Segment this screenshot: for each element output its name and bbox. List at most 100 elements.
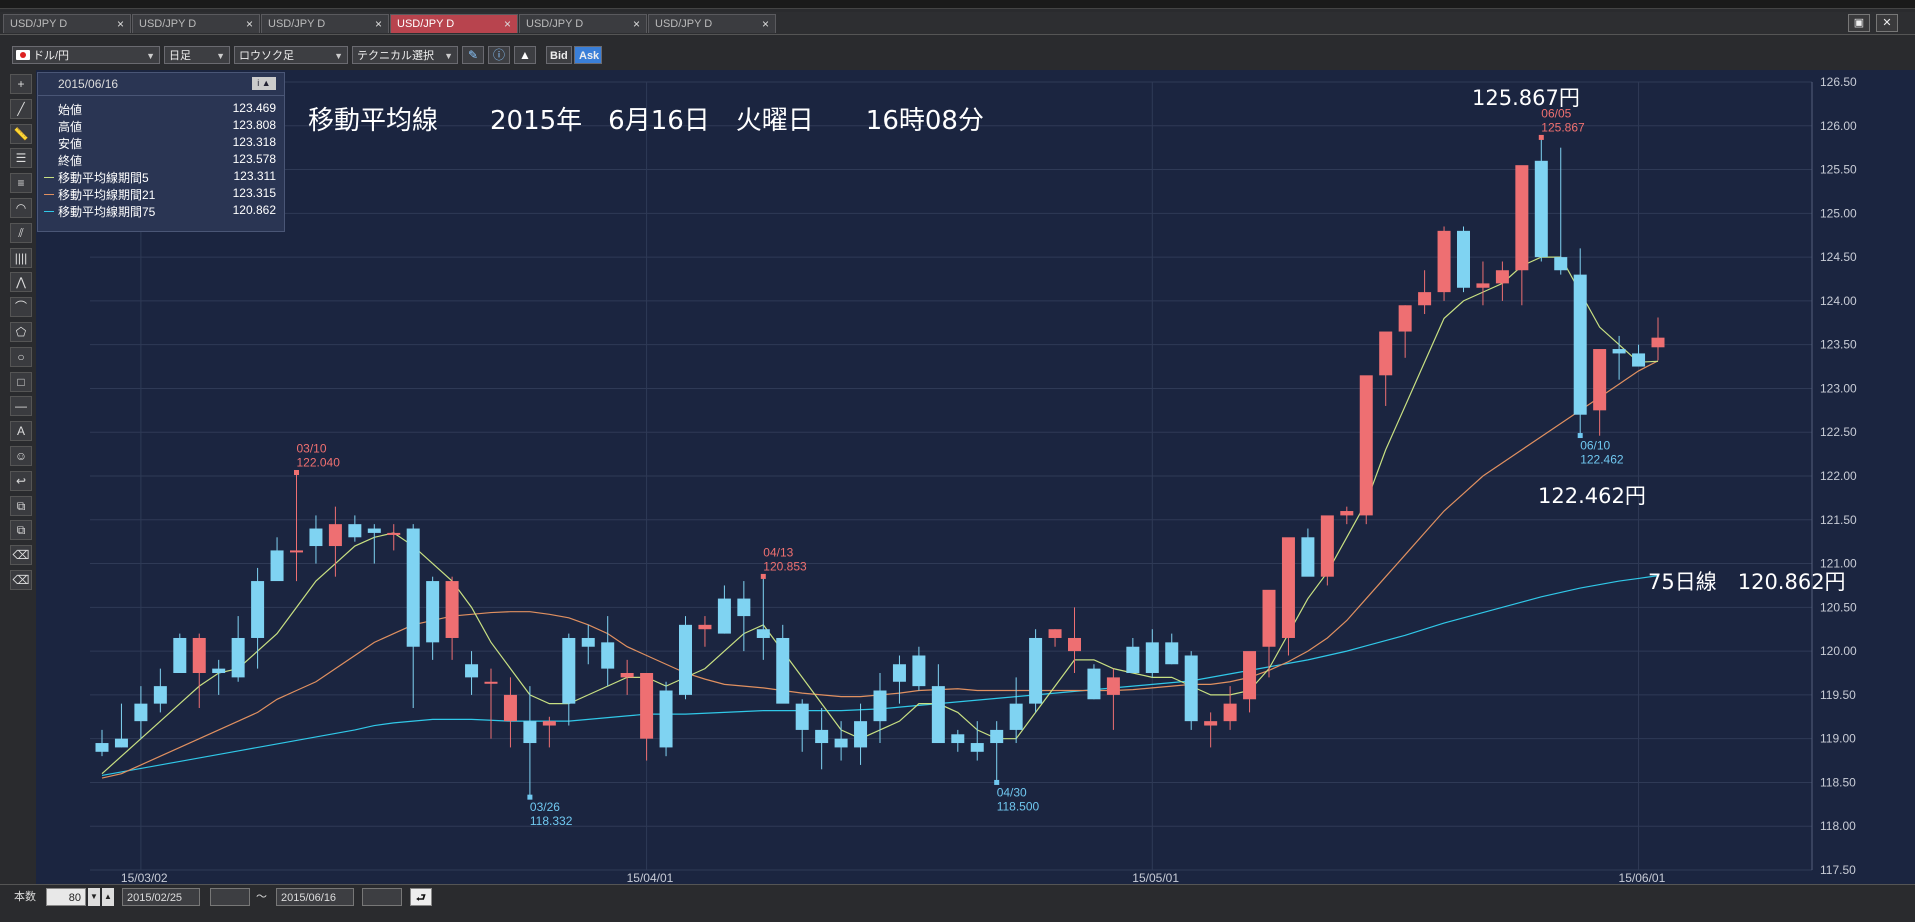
tab-label: USD/JPY D — [655, 18, 713, 30]
undo-icon[interactable]: ↩ — [10, 470, 32, 491]
x-tick-label: 15/03/02 — [121, 871, 168, 884]
sticker-icon[interactable]: ☺ — [10, 446, 32, 466]
pentagon-icon[interactable]: ⬠ — [10, 322, 32, 342]
tab-close-icon[interactable]: × — [633, 15, 640, 34]
extreme-value-label: 122.040 — [297, 455, 341, 469]
candlestick-chart[interactable]: 117.50 118.00 118.50 119.00 119.50 120.00 120.… — [36, 70, 1915, 884]
extreme-date-label: 04/30 — [997, 785, 1027, 799]
info-icon[interactable]: ⓘ — [488, 46, 510, 64]
return-icon[interactable]: ⮐ — [410, 888, 432, 906]
candle-body — [1340, 511, 1354, 516]
y-tick-label: 123.50 — [1820, 338, 1857, 352]
extreme-value-label: 120.853 — [763, 559, 807, 573]
chart-area[interactable]: 117.50 118.00 118.50 119.00 119.50 120.00 120.… — [36, 70, 1915, 884]
candle-body — [542, 721, 556, 726]
line-icon[interactable]: ╱ — [10, 98, 32, 119]
candle-body — [328, 524, 342, 547]
maximize-button[interactable]: ▣ — [1848, 14, 1870, 32]
to-time-input[interactable] — [362, 888, 402, 906]
count-input[interactable]: 80 — [46, 888, 86, 906]
info-row: 終値 123.578 — [58, 152, 276, 168]
bottom-bar: 本数 80 ▼ ▲ 2015/02/25 ～ 2015/06/16 ⮐ — [0, 884, 1915, 922]
vlines-icon[interactable]: |||| — [10, 247, 32, 268]
tab-close-icon[interactable]: × — [375, 15, 382, 34]
eraser-icon[interactable]: ⌫ — [10, 545, 32, 566]
copy-icon[interactable]: ⧉ — [10, 495, 32, 516]
tab-close-icon[interactable]: × — [504, 15, 511, 34]
crosshair-icon[interactable]: + — [10, 74, 32, 94]
eraser-all-icon[interactable]: ⌫ — [10, 570, 32, 590]
candle-body — [114, 738, 128, 748]
tab-1[interactable]: USD/JPY D × — [3, 14, 131, 33]
candle-body — [1379, 331, 1393, 376]
hline-icon[interactable]: — — [10, 396, 32, 417]
y-tick-label: 124.50 — [1820, 250, 1857, 264]
spinner-up-icon[interactable]: ▲ — [102, 888, 114, 906]
pitchfork-icon[interactable]: ⋀ — [10, 272, 32, 293]
tab-bar: USD/JPY D × USD/JPY D × USD/JPY D × USD/JPY D ×… — [0, 12, 1915, 35]
chart-type-select[interactable]: ロウソク足 ▼ — [234, 46, 348, 64]
candle-body — [290, 550, 303, 553]
fibo-icon[interactable]: ≡ — [10, 173, 32, 194]
candle-body — [484, 681, 498, 684]
ask-button[interactable]: Ask — [574, 46, 602, 64]
candle-body — [1593, 349, 1607, 411]
candle-body — [1534, 160, 1548, 258]
top-strip — [0, 0, 1915, 9]
tab-2[interactable]: USD/JPY D × — [132, 14, 260, 33]
candle-body — [854, 721, 868, 748]
candle-body — [1476, 283, 1490, 288]
currency-pair-select[interactable]: ドル/円 ▼ — [12, 46, 160, 64]
from-time-input[interactable] — [210, 888, 250, 906]
info-toggle-button[interactable]: i ▲ — [252, 77, 276, 90]
from-date-input[interactable]: 2015/02/25 — [122, 888, 200, 906]
circle-icon[interactable]: ○ — [10, 346, 32, 367]
tab-4[interactable]: USD/JPY D × — [390, 14, 518, 33]
to-date-input[interactable]: 2015/06/16 — [276, 888, 354, 906]
fan-icon[interactable]: ◠ — [10, 198, 32, 218]
currency-pair-label: ドル/円 — [33, 50, 70, 62]
period-select[interactable]: 日足 ▼ — [164, 46, 230, 64]
info-label: 移動平均線期間21 — [58, 188, 156, 202]
candle-body — [1009, 703, 1023, 730]
area-icon[interactable]: ▲ — [514, 46, 536, 64]
layers-icon[interactable]: ⧉ — [10, 520, 32, 541]
spinner-down-icon[interactable]: ▼ — [88, 888, 100, 906]
candle-body — [1632, 353, 1646, 367]
tab-3[interactable]: USD/JPY D × — [261, 14, 389, 33]
tab-label: USD/JPY D — [397, 18, 455, 30]
arc-icon[interactable]: ⌒ — [10, 297, 32, 318]
tab-close-icon[interactable]: × — [117, 15, 124, 34]
tab-6[interactable]: USD/JPY D × — [648, 14, 776, 33]
chart-type-label: ロウソク足 — [239, 50, 294, 62]
tab-5[interactable]: USD/JPY D × — [519, 14, 647, 33]
candle-body — [1495, 270, 1509, 284]
candle-body — [1106, 677, 1120, 695]
x-tick-label: 15/06/01 — [1619, 871, 1666, 884]
candle-body — [503, 694, 517, 722]
period-label: 日足 — [169, 50, 191, 62]
text-icon[interactable]: A — [10, 421, 32, 442]
candle-body — [581, 637, 595, 647]
ruler-icon[interactable]: 📏 — [10, 123, 32, 144]
candle-body — [1068, 637, 1081, 652]
tab-close-icon[interactable]: × — [246, 15, 253, 34]
technical-select[interactable]: テクニカル選択 ▼ — [352, 46, 458, 64]
tab-label: USD/JPY D — [139, 18, 197, 30]
extreme-value-label: 118.500 — [997, 799, 1040, 813]
pen-icon[interactable]: ✎ — [462, 46, 484, 64]
candle-body — [192, 637, 206, 673]
candle-body — [1515, 165, 1529, 271]
extreme-marker — [1538, 134, 1544, 140]
candle-body — [873, 690, 887, 722]
rectangle-icon[interactable]: □ — [10, 371, 32, 392]
extreme-marker — [760, 573, 766, 579]
channel-icon[interactable]: ⫽ — [10, 222, 32, 243]
ohlc-info-panel[interactable]: 2015/06/16 i ▲ 始値 123.469 高値 123.808 安値 123.3… — [37, 72, 285, 232]
tab-close-icon[interactable]: × — [762, 15, 769, 34]
y-tick-label: 126.00 — [1820, 119, 1857, 133]
hlines-icon[interactable]: ☰ — [10, 148, 32, 169]
y-tick-label: 126.50 — [1820, 75, 1857, 89]
bid-button[interactable]: Bid — [546, 46, 572, 64]
close-window-button[interactable]: ✕ — [1876, 14, 1898, 32]
